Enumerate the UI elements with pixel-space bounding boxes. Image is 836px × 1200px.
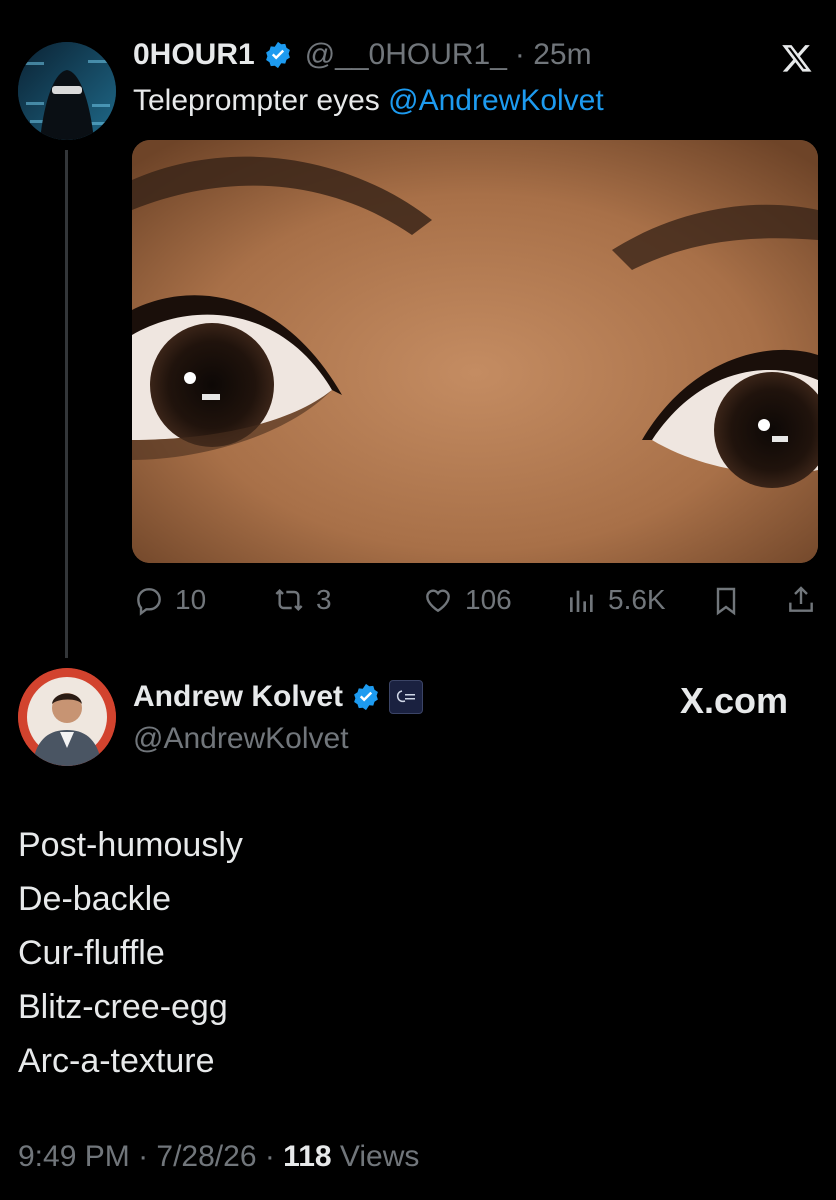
reply-icon [133,584,165,616]
verified-badge-icon [351,682,381,712]
x-logo-icon[interactable] [780,42,814,79]
like-count: 106 [465,584,512,615]
tweet-line: Post-humously [18,826,243,864]
mention-link[interactable]: @AndrewKolvet [388,84,604,117]
views-icon [566,584,598,616]
tweet-line: Blitz-cree-egg [18,988,228,1026]
tweet-line: Arc-a-texture [18,1042,215,1080]
parent-header: 0HOUR1 @__0HOUR1_ · 25m [133,38,592,72]
x-com-watermark: X.com [680,680,789,721]
views-label: Views [339,1140,420,1173]
tweet-line: De-backle [18,880,172,918]
verified-badge-icon [263,40,293,70]
parent-timestamp[interactable]: · 25m [515,38,592,72]
meta-separator: · [138,1140,157,1173]
parent-avatar[interactable] [18,42,116,140]
repost-count: 3 [316,584,332,615]
tweet-date[interactable]: 7/28/26 [156,1140,256,1173]
tweet-meta: 9:49 PM · 7/28/26 · 118 Views [18,1140,419,1174]
main-tweet-text: Post-humously De-backle Cur-fluffle Blit… [18,818,243,1088]
main-header: Andrew Kolvet [133,680,424,714]
views-count-bold: 118 [283,1140,332,1173]
tweet-media-image[interactable] [132,140,818,563]
main-avatar[interactable] [18,668,116,766]
repost-button[interactable]: 3 [272,584,332,616]
main-display-name[interactable]: Andrew Kolvet [133,680,343,714]
like-icon [421,584,455,616]
views-button[interactable]: 5.6K [566,584,666,616]
views-count: 5.6K [608,584,666,615]
reply-count: 10 [175,584,207,615]
parent-handle[interactable]: @__0HOUR1_ [305,38,507,72]
parent-tweet-text: Teleprompter eyes @AndrewKolvet [133,84,604,118]
reply-button[interactable]: 10 [133,584,206,616]
repost-icon [272,584,306,616]
tweet-time[interactable]: 9:49 PM [18,1140,130,1173]
parent-display-name[interactable]: 0HOUR1 [133,38,255,72]
meta-separator: · [264,1140,284,1173]
parent-text: Teleprompter eyes [133,84,380,117]
thread-connector-line [65,150,68,658]
like-button[interactable]: 106 [421,584,512,616]
bookmark-icon[interactable] [709,585,743,622]
share-icon[interactable] [784,584,818,621]
tweet-line: Cur-fluffle [18,934,165,972]
main-handle[interactable]: @AndrewKolvet [133,722,349,756]
affiliate-badge-icon[interactable] [389,680,424,714]
